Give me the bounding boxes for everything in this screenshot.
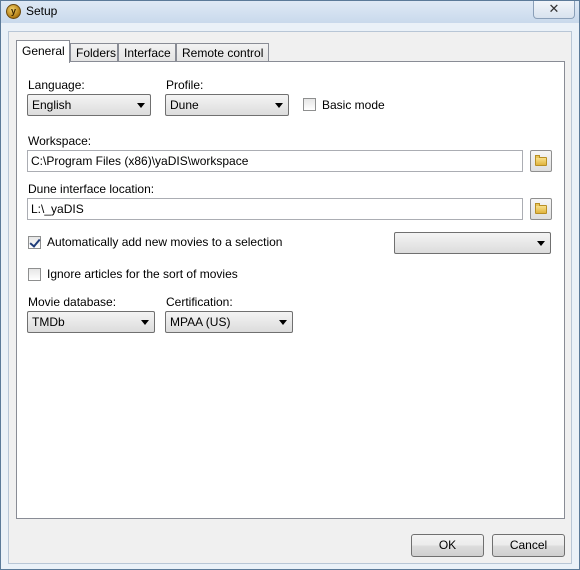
movie-db-label: Movie database: [28, 295, 117, 309]
auto-add-label[interactable]: Automatically add new movies to a select… [47, 235, 282, 249]
chevron-down-icon [141, 320, 149, 325]
language-select[interactable]: English [27, 94, 151, 116]
certification-select[interactable]: MPAA (US) [165, 311, 293, 333]
chevron-down-icon [137, 103, 145, 108]
auto-add-checkbox[interactable] [28, 236, 41, 249]
tab-general[interactable]: General [16, 40, 70, 63]
basic-mode-checkbox[interactable] [303, 98, 316, 111]
profile-value: Dune [170, 98, 199, 112]
window-title: Setup [26, 4, 58, 18]
basic-mode-label[interactable]: Basic mode [322, 98, 385, 112]
folder-icon [535, 155, 547, 166]
dune-location-browse-button[interactable] [530, 198, 552, 220]
close-button[interactable]: ✕ [533, 1, 575, 19]
dune-location-input[interactable]: L:\_yaDIS [27, 198, 523, 220]
cancel-button[interactable]: Cancel [492, 534, 565, 557]
chevron-down-icon [279, 320, 287, 325]
title-bar[interactable]: y Setup ✕ [1, 1, 579, 23]
tab-interface[interactable]: Interface [118, 43, 176, 62]
setup-window: y Setup ✕ General Folders Interface Remo… [0, 0, 580, 570]
language-value: English [32, 98, 72, 112]
close-icon: ✕ [548, 1, 560, 16]
ignore-articles-checkbox[interactable] [28, 268, 41, 281]
selection-select[interactable] [394, 232, 551, 254]
language-label: Language: [28, 78, 85, 92]
chevron-down-icon [275, 103, 283, 108]
ignore-articles-label[interactable]: Ignore articles for the sort of movies [47, 267, 238, 281]
movie-db-select[interactable]: TMDb [27, 311, 155, 333]
app-icon-letter: y [11, 6, 17, 16]
tab-folders[interactable]: Folders [70, 43, 118, 62]
workspace-browse-button[interactable] [530, 150, 552, 172]
ok-button[interactable]: OK [411, 534, 484, 557]
workspace-label: Workspace: [28, 134, 92, 148]
certification-value: MPAA (US) [170, 315, 231, 329]
folder-icon [535, 203, 547, 214]
profile-label: Profile: [166, 78, 204, 92]
dialog-client-area: General Folders Interface Remote control… [8, 31, 572, 564]
workspace-input[interactable]: C:\Program Files (x86)\yaDIS\workspace [27, 150, 523, 172]
dune-location-label: Dune interface location: [28, 182, 155, 196]
tab-remote-control[interactable]: Remote control [176, 43, 269, 62]
chevron-down-icon [537, 241, 545, 246]
profile-select[interactable]: Dune [165, 94, 289, 116]
certification-label: Certification: [166, 295, 233, 309]
general-tab-panel: Language: English Profile: Dune Basic mo… [16, 61, 565, 519]
movie-db-value: TMDb [32, 315, 65, 329]
app-icon: y [6, 4, 21, 19]
